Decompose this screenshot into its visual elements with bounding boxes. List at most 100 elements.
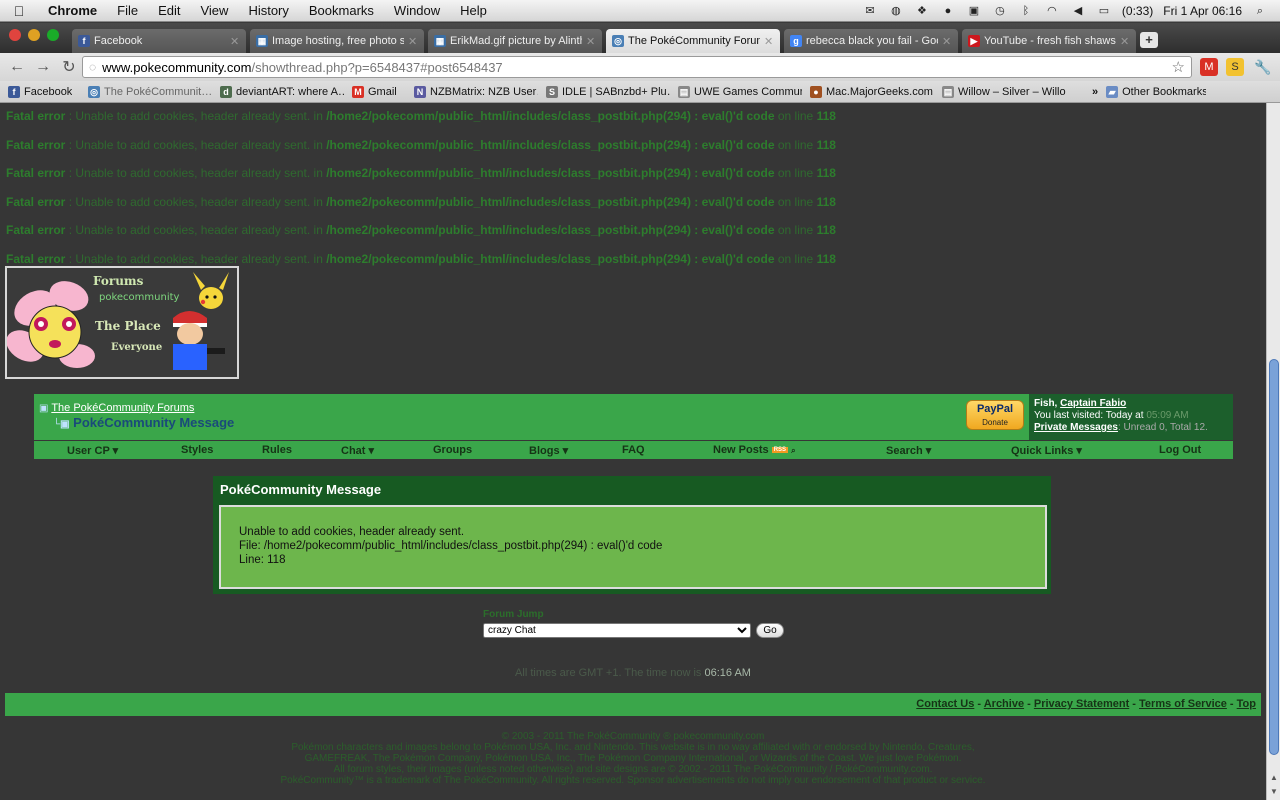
window-minimize-button[interactable] bbox=[28, 29, 40, 41]
top-link[interactable]: Top bbox=[1237, 698, 1256, 710]
error-label: Fatal error bbox=[6, 252, 66, 266]
bookmark-willow[interactable]: ▤ Willow – Silver – Willo… bbox=[942, 85, 1066, 98]
sabnzbd-extension-icon[interactable]: S bbox=[1226, 58, 1244, 76]
bookmark-star-icon[interactable]: ☆ bbox=[1172, 58, 1185, 76]
fatal-error-line: Fatal error : Unable to add cookies, hea… bbox=[6, 252, 836, 266]
menu-bookmarks[interactable]: Bookmarks bbox=[299, 3, 384, 18]
nav-faq[interactable]: FAQ bbox=[622, 444, 645, 456]
volume-icon[interactable]: ◀ bbox=[1070, 4, 1086, 18]
menu-history[interactable]: History bbox=[238, 3, 298, 18]
mail-status-icon[interactable]: ✉ bbox=[862, 4, 878, 18]
bookmark-gmail[interactable]: M Gmail bbox=[352, 85, 406, 98]
menu-view[interactable]: View bbox=[190, 3, 238, 18]
tab-label: Facebook bbox=[94, 35, 143, 47]
battery-icon[interactable]: ▭ bbox=[1096, 4, 1112, 18]
wrench-menu-icon[interactable]: 🔧 bbox=[1254, 58, 1272, 76]
browser-toolbar: ← → ↻ ◌ www.pokecommunity.com/showthread… bbox=[0, 53, 1280, 81]
tab-close-icon[interactable]: ✕ bbox=[408, 35, 418, 48]
bookmark-sabnzbd[interactable]: S IDLE | SABnzbd+ Plu… bbox=[546, 85, 670, 98]
back-arrow-icon[interactable]: ← bbox=[4, 58, 30, 76]
tab-close-icon[interactable]: ✕ bbox=[942, 35, 952, 48]
bluetooth-icon[interactable]: ᛒ bbox=[1018, 4, 1034, 18]
tab-close-icon[interactable]: ✕ bbox=[230, 35, 240, 48]
forum-navbar: User CP ▾ Styles Rules Chat ▾ Groups Blo… bbox=[34, 441, 1233, 459]
forum-jump-select[interactable]: crazy Chat bbox=[483, 623, 751, 638]
nav-styles[interactable]: Styles bbox=[181, 444, 213, 456]
reload-icon[interactable]: ↻ bbox=[56, 57, 82, 77]
nav-groups[interactable]: Groups bbox=[433, 444, 472, 456]
menubar-clock[interactable]: Fri 1 Apr 06:16 bbox=[1163, 4, 1242, 18]
error-line-number: 118 bbox=[816, 223, 836, 237]
tab-pokecommunity[interactable]: ◎ The PokéCommunity Forums ✕ bbox=[606, 29, 780, 53]
error-text: : Unable to add cookies, header already … bbox=[68, 166, 323, 180]
bookmark-nzbmatrix[interactable]: N NZBMatrix: NZB User… bbox=[414, 85, 538, 98]
skype-status-icon[interactable]: ● bbox=[940, 4, 956, 18]
dropdown-arrow-icon: ▾ bbox=[112, 445, 119, 457]
search-small-icon[interactable]: ⌕ bbox=[791, 446, 795, 455]
wifi-icon[interactable]: ◠ bbox=[1044, 4, 1060, 18]
private-messages-link[interactable]: Private Messages bbox=[1034, 422, 1118, 433]
breadcrumb-forum-home-link[interactable]: The PokéCommunity Forums bbox=[51, 402, 194, 414]
tab-close-icon[interactable]: ✕ bbox=[586, 35, 596, 48]
forum-logo-banner[interactable]: Forums pokecommunity The Place Everyone bbox=[5, 266, 239, 379]
terms-of-service-link[interactable]: Terms of Service bbox=[1139, 698, 1227, 710]
archive-link[interactable]: Archive bbox=[984, 698, 1024, 710]
menu-edit[interactable]: Edit bbox=[148, 3, 190, 18]
error-online: on line bbox=[777, 166, 814, 180]
dropdown-arrow-icon: ▾ bbox=[368, 445, 375, 457]
scrollbar-thumb[interactable] bbox=[1269, 359, 1279, 755]
nav-blogs[interactable]: Blogs ▾ bbox=[529, 444, 568, 457]
growl-status-icon[interactable]: ◍ bbox=[888, 4, 904, 18]
nav-chat[interactable]: Chat ▾ bbox=[341, 444, 374, 457]
nav-rules[interactable]: Rules bbox=[262, 444, 292, 456]
bookmark-uwe-games[interactable]: ▤ UWE Games Commun… bbox=[678, 85, 802, 98]
nav-log-out[interactable]: Log Out bbox=[1159, 444, 1201, 456]
page-scrollbar[interactable]: ▲ ▼ bbox=[1266, 103, 1280, 800]
menu-help[interactable]: Help bbox=[450, 3, 497, 18]
nav-quick-links[interactable]: Quick Links ▾ bbox=[1011, 444, 1082, 457]
spotlight-search-icon[interactable]: ⌕ bbox=[1252, 4, 1268, 18]
rss-icon[interactable]: RSS bbox=[771, 447, 789, 454]
new-tab-button[interactable]: + bbox=[1140, 32, 1158, 48]
tab-label: ErikMad.gif picture by Alinth bbox=[450, 35, 582, 47]
address-bar[interactable]: ◌ www.pokecommunity.com/showthread.php?p… bbox=[82, 56, 1192, 78]
window-zoom-button[interactable] bbox=[47, 29, 59, 41]
bookmark-facebook[interactable]: f Facebook bbox=[8, 85, 80, 98]
nav-user-cp[interactable]: User CP ▾ bbox=[67, 444, 118, 457]
gmail-extension-icon[interactable]: M bbox=[1200, 58, 1218, 76]
tab-erikmad-gif[interactable]: ▦ ErikMad.gif picture by Alinth ✕ bbox=[428, 29, 602, 53]
menu-file[interactable]: File bbox=[107, 3, 148, 18]
forum-home-icon[interactable]: ▣ bbox=[39, 403, 48, 414]
dropbox-status-icon[interactable]: ❖ bbox=[914, 4, 930, 18]
scroll-up-arrow-icon[interactable]: ▲ bbox=[1269, 773, 1279, 782]
bookmark-majorgeeks[interactable]: ● Mac.MajorGeeks.com bbox=[810, 85, 934, 98]
tab-image-hosting[interactable]: ▦ Image hosting, free photo sh ✕ bbox=[250, 29, 424, 53]
menu-window[interactable]: Window bbox=[384, 3, 450, 18]
tab-close-icon[interactable]: ✕ bbox=[764, 35, 774, 48]
tab-facebook[interactable]: f Facebook ✕ bbox=[72, 29, 246, 53]
username-link[interactable]: Captain Fabio bbox=[1060, 398, 1126, 409]
nav-new-posts[interactable]: New Posts RSS ⌕ bbox=[713, 444, 796, 456]
tab-close-icon[interactable]: ✕ bbox=[1120, 35, 1130, 48]
tab-google-search[interactable]: g rebecca black you fail - Goog ✕ bbox=[784, 29, 958, 53]
error-file: /home2/pokecomm/public_html/includes/cla… bbox=[326, 138, 775, 152]
tab-youtube[interactable]: ▶ YouTube - fresh fish shawsh ✕ bbox=[962, 29, 1136, 53]
bookmarks-overflow-chevron-icon[interactable]: » bbox=[1092, 86, 1098, 98]
time-machine-icon[interactable]: ◷ bbox=[992, 4, 1008, 18]
privacy-statement-link[interactable]: Privacy Statement bbox=[1034, 698, 1129, 710]
forward-arrow-icon[interactable]: → bbox=[30, 58, 56, 76]
sabnzbd-status-icon[interactable]: ▣ bbox=[966, 4, 982, 18]
paypal-donate-button[interactable]: PayPal Donate bbox=[966, 400, 1024, 430]
bookmark-pokecommunity[interactable]: ◎ The PokéCommunit… bbox=[88, 85, 212, 98]
page-info-icon[interactable]: ◌ bbox=[89, 60, 96, 74]
bookmark-deviantart[interactable]: d deviantART: where A… bbox=[220, 85, 344, 98]
menu-app-name[interactable]: Chrome bbox=[38, 3, 107, 18]
scroll-down-arrow-icon[interactable]: ▼ bbox=[1269, 787, 1279, 796]
go-button[interactable]: Go bbox=[756, 623, 784, 638]
contact-us-link[interactable]: Contact Us bbox=[916, 698, 974, 710]
window-close-button[interactable] bbox=[9, 29, 21, 41]
nav-label: Chat bbox=[341, 445, 366, 457]
nav-search[interactable]: Search ▾ bbox=[886, 444, 931, 457]
apple-icon[interactable]:  bbox=[0, 3, 38, 19]
bookmark-other-bookmarks[interactable]: ▰ Other Bookmarks bbox=[1106, 85, 1206, 98]
